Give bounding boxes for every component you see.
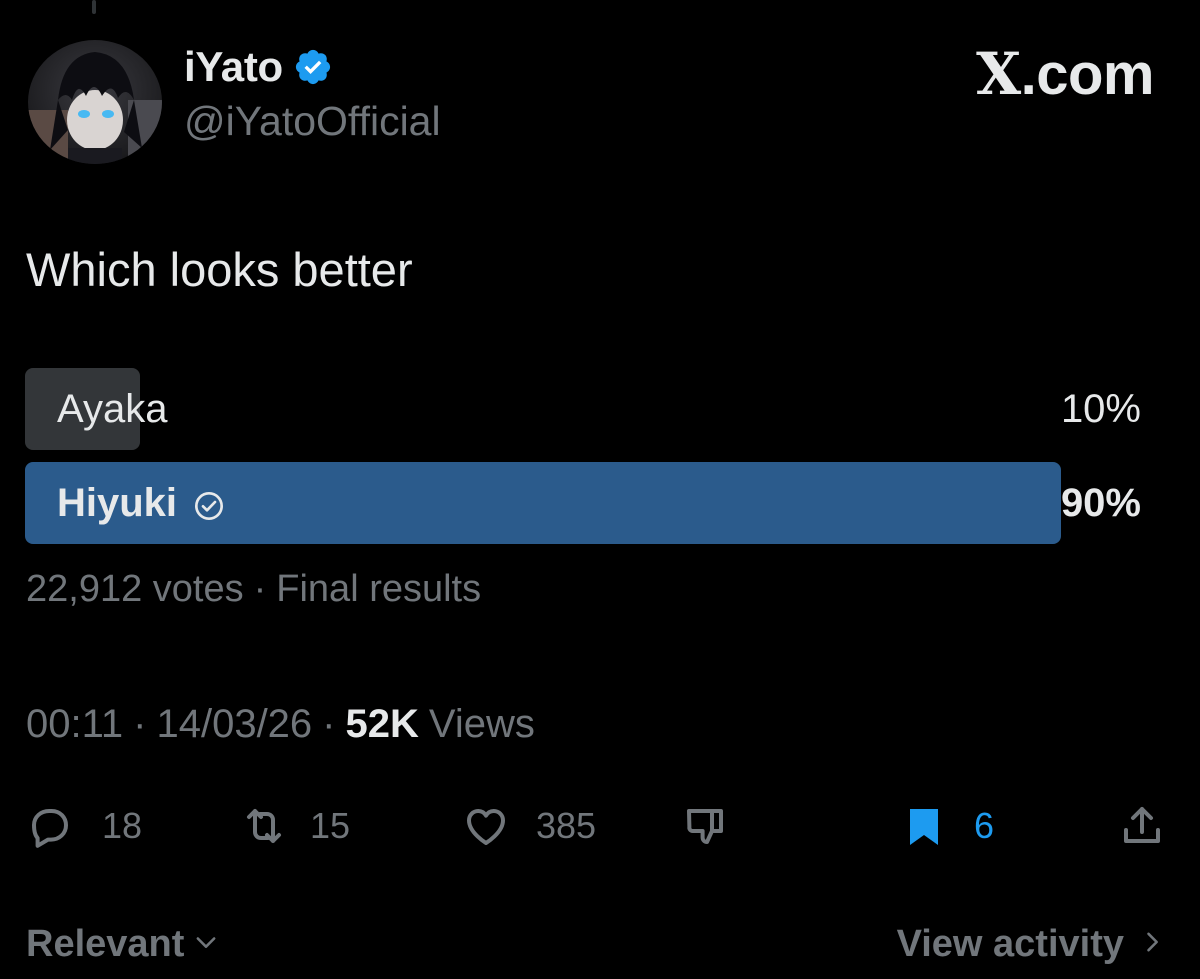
poll-option-label: Hiyuki [57,462,225,544]
tweet-actions-bar: 18 15 385 6 [0,790,1200,862]
thumbs-down-icon [682,802,730,850]
x-logo-letter: X [976,40,1021,108]
tweet-text: Which looks better [26,243,413,296]
author-display-name[interactable]: iYato [184,43,283,91]
tweet-date[interactable]: 14/03/26 [156,702,312,747]
author-name-row: iYato [184,40,333,94]
like-button[interactable]: 385 [462,790,596,862]
repost-icon [240,802,288,850]
poll-status: Final results [276,568,482,610]
poll-option-hiyuki[interactable]: Hiyuki 90% [25,462,1155,544]
poll-option-label: Ayaka [57,368,167,450]
poll-meta: 22,912 votes · Final results [26,568,481,611]
timestamp-separator: · [133,702,147,746]
view-activity-label: View activity [896,922,1124,965]
repost-button[interactable]: 15 [240,790,350,862]
heart-icon [462,802,510,850]
sort-replies-button[interactable]: Relevant [26,918,220,970]
anime-character-avatar-icon [28,40,162,164]
x-logo-domain: .com [1020,42,1155,107]
top-divider-tick [92,0,96,14]
reply-icon [26,802,74,850]
replies-footer: Relevant View activity [0,918,1200,970]
sort-label: Relevant [26,922,185,965]
chevron-down-icon [184,923,220,966]
author-handle[interactable]: @iYatoOfficial [184,98,441,145]
poll-option-ayaka[interactable]: Ayaka 10% [25,368,1155,450]
views-label[interactable]: Views [429,702,535,747]
tweet-timestamp-row: 00:11 · 14/03/26 · 52K Views [26,702,535,747]
share-icon [1118,802,1166,850]
avatar[interactable] [28,40,162,164]
views-count[interactable]: 52K [346,702,419,747]
repost-count: 15 [310,805,351,846]
verified-badge-icon[interactable] [293,47,333,87]
poll-meta-separator: · [253,568,267,610]
chevron-right-icon [1124,923,1166,966]
bookmark-icon [900,802,948,850]
view-activity-button[interactable]: View activity [897,918,1166,970]
like-count: 385 [536,805,597,846]
timestamp-separator: · [322,702,336,746]
bookmark-button[interactable]: 6 [900,790,994,862]
downvote-button[interactable] [682,790,730,862]
poll: Ayaka 10% Hiyuki 90% [25,368,1155,544]
bookmark-count: 6 [974,805,995,846]
x-com-logo: X .com [976,40,1154,108]
tweet-time[interactable]: 00:11 [26,702,123,747]
reply-button[interactable]: 18 [26,790,142,862]
poll-option-label-text: Ayaka [57,386,168,431]
poll-votes: 22,912 votes [26,568,244,610]
poll-option-percent: 10% [1060,386,1141,431]
share-button[interactable] [1118,790,1166,862]
check-circle-icon [193,487,225,520]
poll-option-label-text: Hiyuki [57,480,178,525]
reply-count: 18 [102,805,143,846]
poll-option-percent: 90% [1060,480,1141,525]
